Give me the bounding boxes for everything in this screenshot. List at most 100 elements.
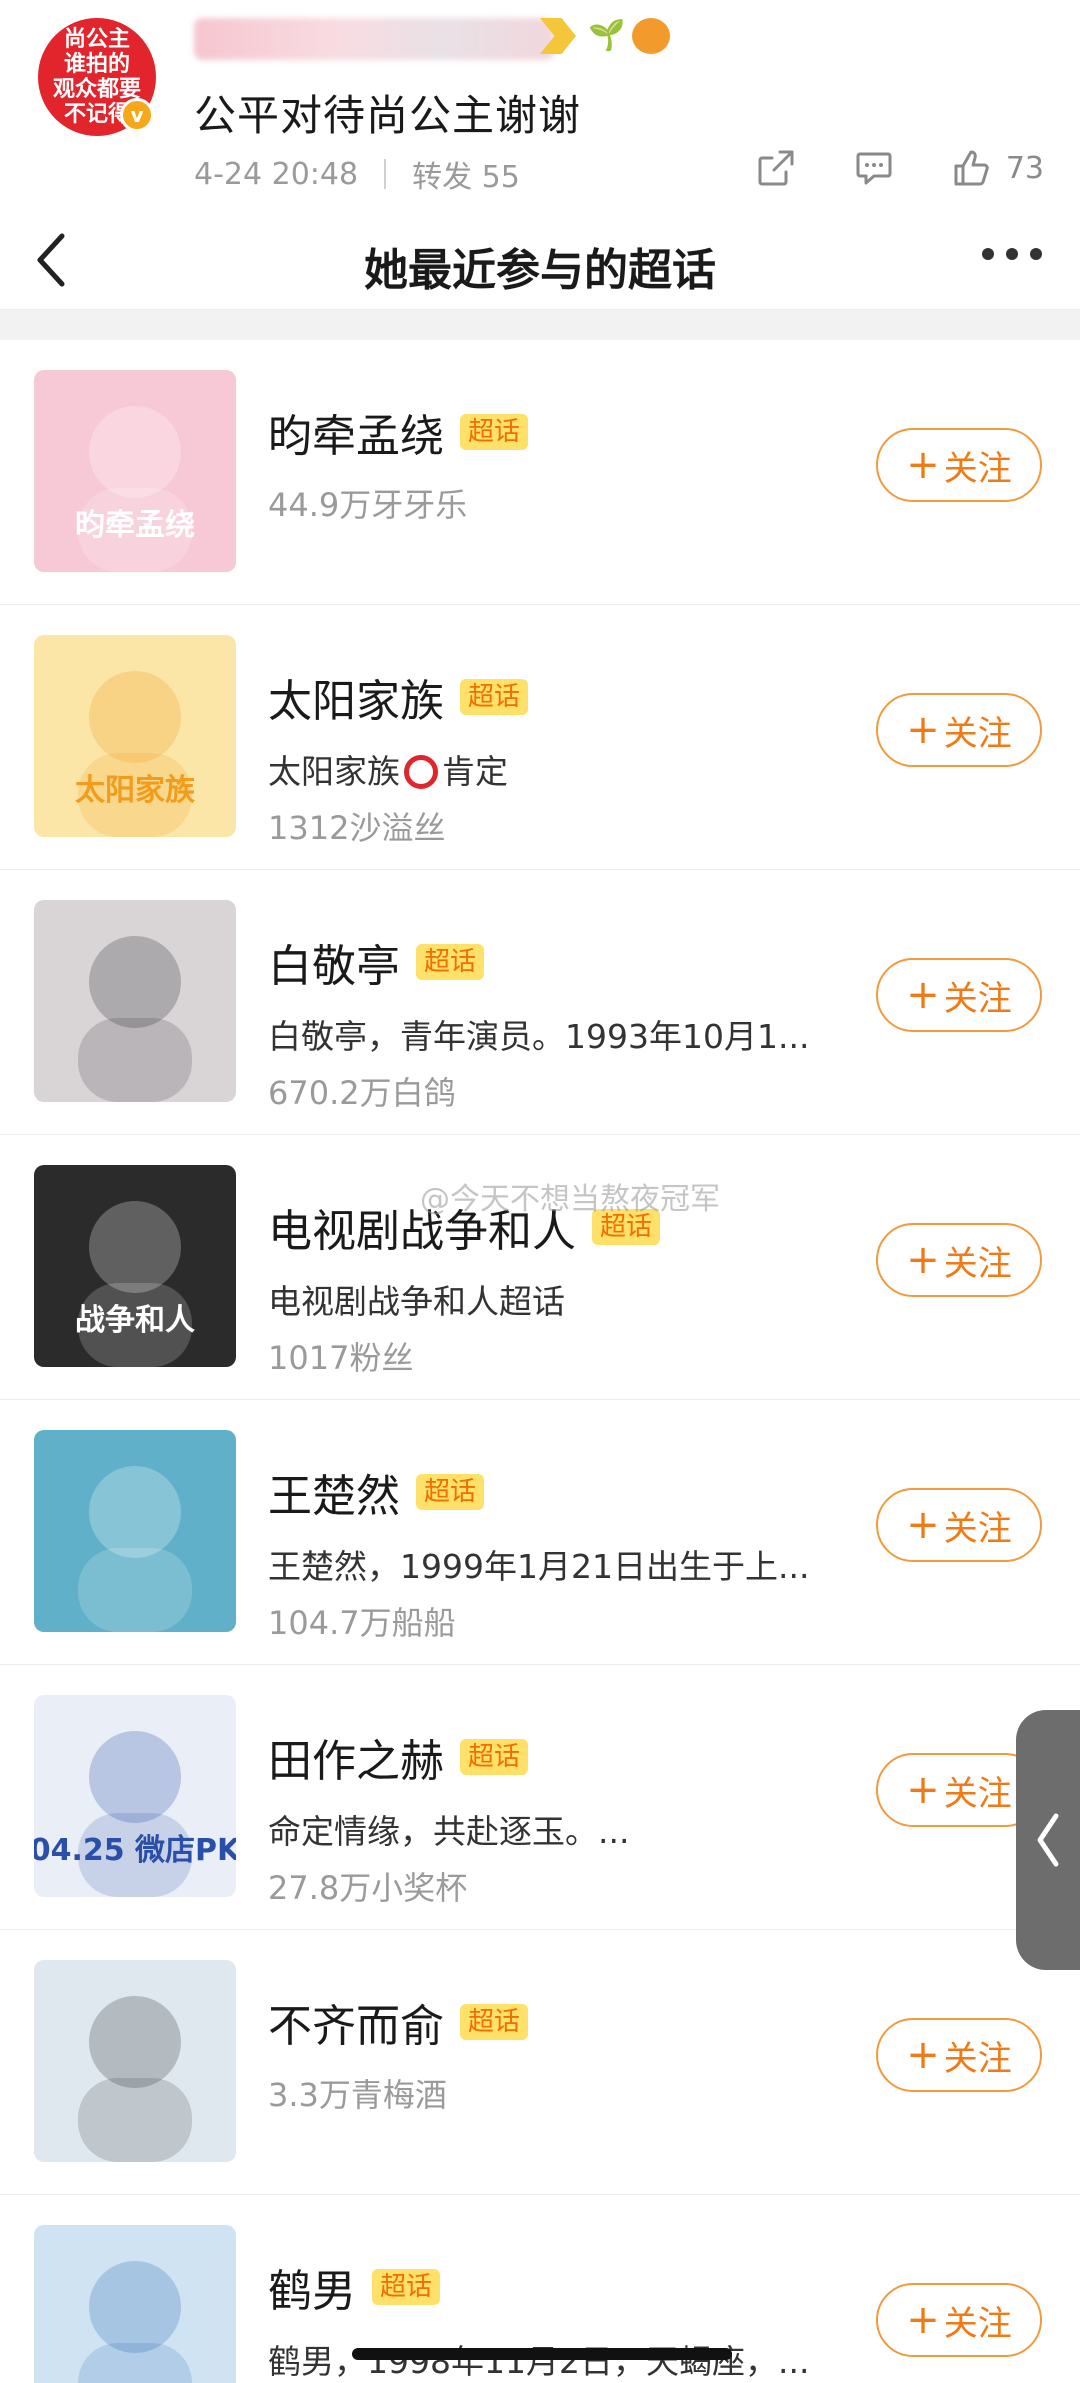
fans-count: 44.9万牙牙乐: [268, 486, 468, 524]
topic-name[interactable]: 昀牵孟绕: [268, 400, 444, 464]
topic-description: 命定情缘，共赴逐玉。...: [268, 1812, 630, 1851]
more-options-icon[interactable]: [982, 248, 1042, 260]
topic-description: 白敬亭，青年演员。1993年10月1...: [268, 1017, 810, 1056]
chevron-left-icon: [1037, 1813, 1059, 1867]
topic-title-line: 不齐而俞 超话: [268, 1990, 529, 2054]
super-topic-list: 昀牵孟绕 昀牵孟绕 超话 44.9万牙牙乐 + 关注 太阳家族 太阳家族 超话 …: [0, 340, 1080, 2383]
topic-row[interactable]: 04.25 微店PK 田作之赫 超话 命定情缘，共赴逐玉。... 27.8万小奖…: [0, 1665, 1080, 1930]
like-count: 73: [1005, 150, 1044, 186]
topic-thumbnail[interactable]: 04.25 微店PK: [34, 1695, 236, 1897]
plus-icon: +: [906, 442, 940, 488]
topic-description: 王楚然，1999年1月21日出生于上...: [268, 1547, 810, 1586]
level-badge-icon: [540, 18, 576, 54]
topic-title-line: 昀牵孟绕 超话: [268, 400, 529, 464]
topic-thumbnail[interactable]: [34, 2225, 236, 2383]
topic-thumbnail[interactable]: [34, 1960, 236, 2162]
like-button[interactable]: 73: [952, 148, 1044, 188]
plus-icon: +: [906, 2032, 940, 2078]
plus-icon: +: [906, 1502, 940, 1548]
plus-icon: +: [906, 1237, 940, 1283]
post-text: 公平对待尚公主谢谢: [194, 91, 582, 140]
thumb-caption: 太阳家族: [75, 773, 196, 808]
follow-label: 关注: [943, 1243, 1012, 1284]
topic-description: 电视剧战争和人超话: [268, 1282, 565, 1321]
repost-count[interactable]: 转发 55: [412, 152, 520, 196]
topic-title-line: 太阳家族 超话: [268, 665, 529, 729]
follow-label: 关注: [943, 2038, 1012, 2079]
topic-title-line: 鹤男 超话: [268, 2255, 441, 2319]
topic-row[interactable]: 王楚然 超话 王楚然，1999年1月21日出生于上... 104.7万船船 + …: [0, 1400, 1080, 1665]
topic-title-line: 白敬亭 超话: [268, 930, 485, 994]
follow-label: 关注: [943, 713, 1012, 754]
topic-description: 太阳家族 肯定: [268, 752, 508, 791]
topic-row[interactable]: 白敬亭 超话 白敬亭，青年演员。1993年10月1... 670.2万白鸽 + …: [0, 870, 1080, 1135]
follow-label: 关注: [943, 448, 1012, 489]
fans-count: 670.2万白鸽: [268, 1074, 456, 1112]
verified-badge: v: [120, 98, 154, 132]
topic-name[interactable]: 太阳家族: [268, 665, 444, 729]
follow-label: 关注: [943, 1508, 1012, 1549]
home-indicator: [352, 2348, 732, 2360]
side-drawer-handle[interactable]: [1016, 1710, 1080, 1970]
plus-icon: +: [906, 707, 940, 753]
topic-row[interactable]: 昀牵孟绕 昀牵孟绕 超话 44.9万牙牙乐 + 关注: [0, 340, 1080, 605]
topic-thumbnail[interactable]: [34, 900, 236, 1102]
comment-icon[interactable]: [854, 148, 894, 188]
super-topic-tag: 超话: [460, 414, 529, 450]
topic-row[interactable]: 太阳家族 太阳家族 超话 太阳家族 肯定 1312沙溢丝 + 关注: [0, 605, 1080, 870]
user-badges: 🌱: [540, 18, 670, 54]
topic-name[interactable]: 鹤男: [268, 2255, 356, 2319]
topic-thumbnail[interactable]: [34, 1430, 236, 1632]
plus-icon: +: [906, 1767, 940, 1813]
follow-label: 关注: [943, 2303, 1012, 2344]
fans-count: 1312沙溢丝: [268, 809, 446, 847]
post-date: 4-24 20:48: [194, 156, 359, 192]
super-topic-tag: 超话: [460, 1739, 529, 1775]
post-actions: 73: [756, 148, 1044, 188]
topic-thumbnail[interactable]: 太阳家族: [34, 635, 236, 837]
section-gap: [0, 310, 1080, 340]
divider: [384, 159, 387, 189]
follow-button[interactable]: + 关注: [876, 1488, 1042, 1562]
follow-button[interactable]: + 关注: [876, 958, 1042, 1032]
fans-count: 104.7万船船: [268, 1604, 456, 1642]
post-header: 尚公主 谁拍的 观众都要 不记得 v 🌱 公平对待尚公主谢谢 4-24 20:4…: [0, 0, 1080, 210]
super-topic-tag: 超话: [460, 2004, 529, 2040]
follow-button[interactable]: + 关注: [876, 693, 1042, 767]
follow-label: 关注: [943, 1773, 1012, 1814]
plus-icon: +: [906, 972, 940, 1018]
super-topic-tag: 超话: [416, 944, 485, 980]
topic-name[interactable]: 不齐而俞: [268, 1990, 444, 2054]
thumb-caption: 04.25 微店PK: [34, 1833, 236, 1868]
thumb-caption: 战争和人: [75, 1303, 195, 1338]
fish-icon: [632, 18, 670, 54]
fans-count: 3.3万青梅酒: [268, 2076, 447, 2114]
thumbs-up-icon: [954, 150, 989, 186]
super-topic-tag: 超话: [460, 679, 529, 715]
plus-icon: +: [906, 2297, 940, 2343]
post-meta: 4-24 20:48 转发 55: [194, 152, 520, 196]
topic-name[interactable]: 白敬亭: [268, 930, 400, 994]
topic-name[interactable]: 田作之赫: [268, 1725, 444, 1789]
topic-title-line: 王楚然 超话: [268, 1460, 485, 1524]
follow-label: 关注: [943, 978, 1012, 1019]
follow-button[interactable]: + 关注: [876, 2018, 1042, 2092]
super-topic-tag: 超话: [416, 1474, 485, 1510]
topic-thumbnail[interactable]: 战争和人: [34, 1165, 236, 1367]
topic-name[interactable]: 王楚然: [268, 1460, 400, 1524]
follow-button[interactable]: + 关注: [876, 2283, 1042, 2357]
topic-row[interactable]: 不齐而俞 超话 3.3万青梅酒 + 关注: [0, 1930, 1080, 2195]
watermark: @今天不想当熬夜冠军: [420, 1182, 720, 1217]
sprout-icon: 🌱: [588, 18, 626, 53]
share-icon[interactable]: [756, 148, 796, 188]
avatar[interactable]: 尚公主 谁拍的 观众都要 不记得 v: [38, 18, 156, 136]
fans-count: 1017粉丝: [268, 1339, 414, 1377]
follow-button[interactable]: + 关注: [876, 1223, 1042, 1297]
page-title: 她最近参与的超话: [364, 245, 716, 296]
topic-thumbnail[interactable]: 昀牵孟绕: [34, 370, 236, 572]
super-topic-tag: 超话: [372, 2269, 441, 2305]
username-blurred[interactable]: [194, 18, 554, 60]
thumb-caption: 昀牵孟绕: [75, 508, 195, 543]
sheet-header: 她最近参与的超话: [0, 210, 1080, 310]
follow-button[interactable]: + 关注: [876, 428, 1042, 502]
